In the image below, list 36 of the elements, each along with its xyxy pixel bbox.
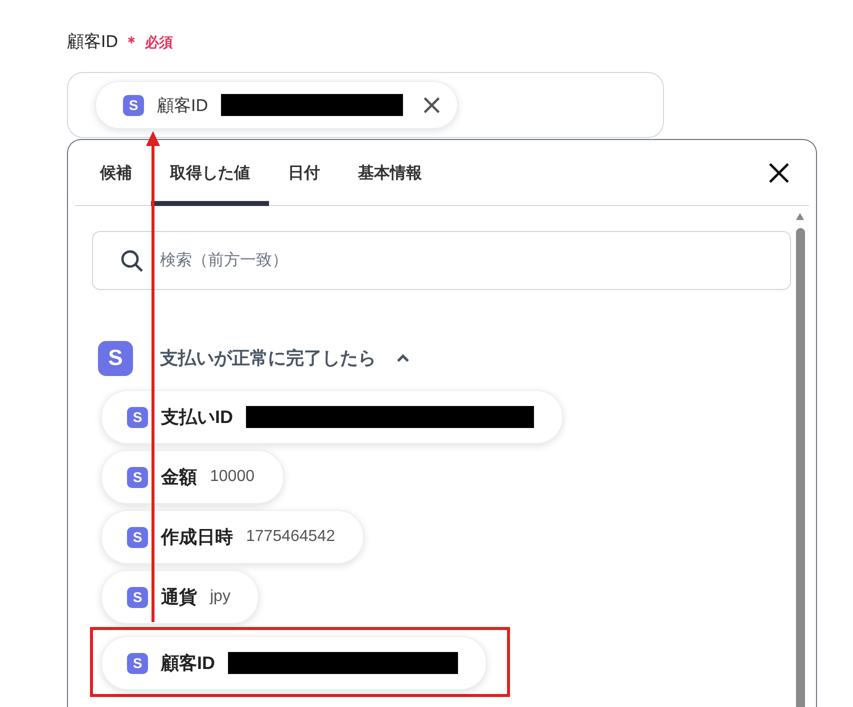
chip-label: 通貨 — [161, 586, 197, 609]
search-field[interactable]: 検索（前方一致） — [92, 231, 791, 290]
app-logo-icon: S — [127, 586, 148, 608]
tab[interactable]: 基本情報 — [339, 140, 441, 206]
variable-chip[interactable]: S 作成日時 1775464542 — [101, 510, 364, 564]
chip-label: 金額 — [161, 466, 197, 489]
chip-label: 支払いID — [161, 406, 233, 429]
app-logo-icon: S — [127, 526, 148, 548]
chip-value: jpy — [210, 588, 230, 606]
group-title: 支払いが正常に完了したら — [160, 347, 376, 370]
variable-chip[interactable]: S 顧客ID — [101, 636, 487, 690]
chip-value: 10000 — [210, 468, 254, 486]
input-field[interactable]: S 顧客ID × — [67, 72, 664, 138]
search-icon — [120, 248, 144, 272]
field-label: 顧客ID — [67, 31, 118, 53]
variable-chip[interactable]: S 支払いID — [101, 390, 563, 444]
chip-label: 顧客ID — [157, 94, 208, 116]
variable-chip[interactable]: S 金額 10000 — [101, 450, 284, 504]
chip-label: 顧客ID — [161, 652, 215, 675]
app-logo-icon: S — [98, 340, 133, 376]
required-mark: ＊ — [124, 33, 139, 52]
tab[interactable]: 候補 — [81, 140, 151, 206]
group-header[interactable]: S 支払いが正常に完了したら — [98, 340, 793, 376]
chip-value: 1775464542 — [246, 528, 335, 546]
tab[interactable]: 日付 — [269, 140, 339, 206]
remove-button[interactable]: × — [416, 91, 444, 119]
scroll-up-icon[interactable] — [796, 213, 804, 220]
variable-chip[interactable]: S 通貨 jpy — [101, 570, 260, 624]
scrollbar-thumb[interactable] — [796, 228, 804, 707]
app-logo-icon: S — [127, 406, 148, 428]
chip-label: 作成日時 — [161, 526, 233, 549]
app-logo-icon: S — [123, 94, 144, 116]
variable-chip[interactable]: S 顧客ID × — [95, 81, 458, 129]
app-logo-icon: S — [127, 466, 148, 488]
app-logo-icon: S — [127, 652, 148, 674]
required-label: 必須 — [145, 34, 173, 52]
